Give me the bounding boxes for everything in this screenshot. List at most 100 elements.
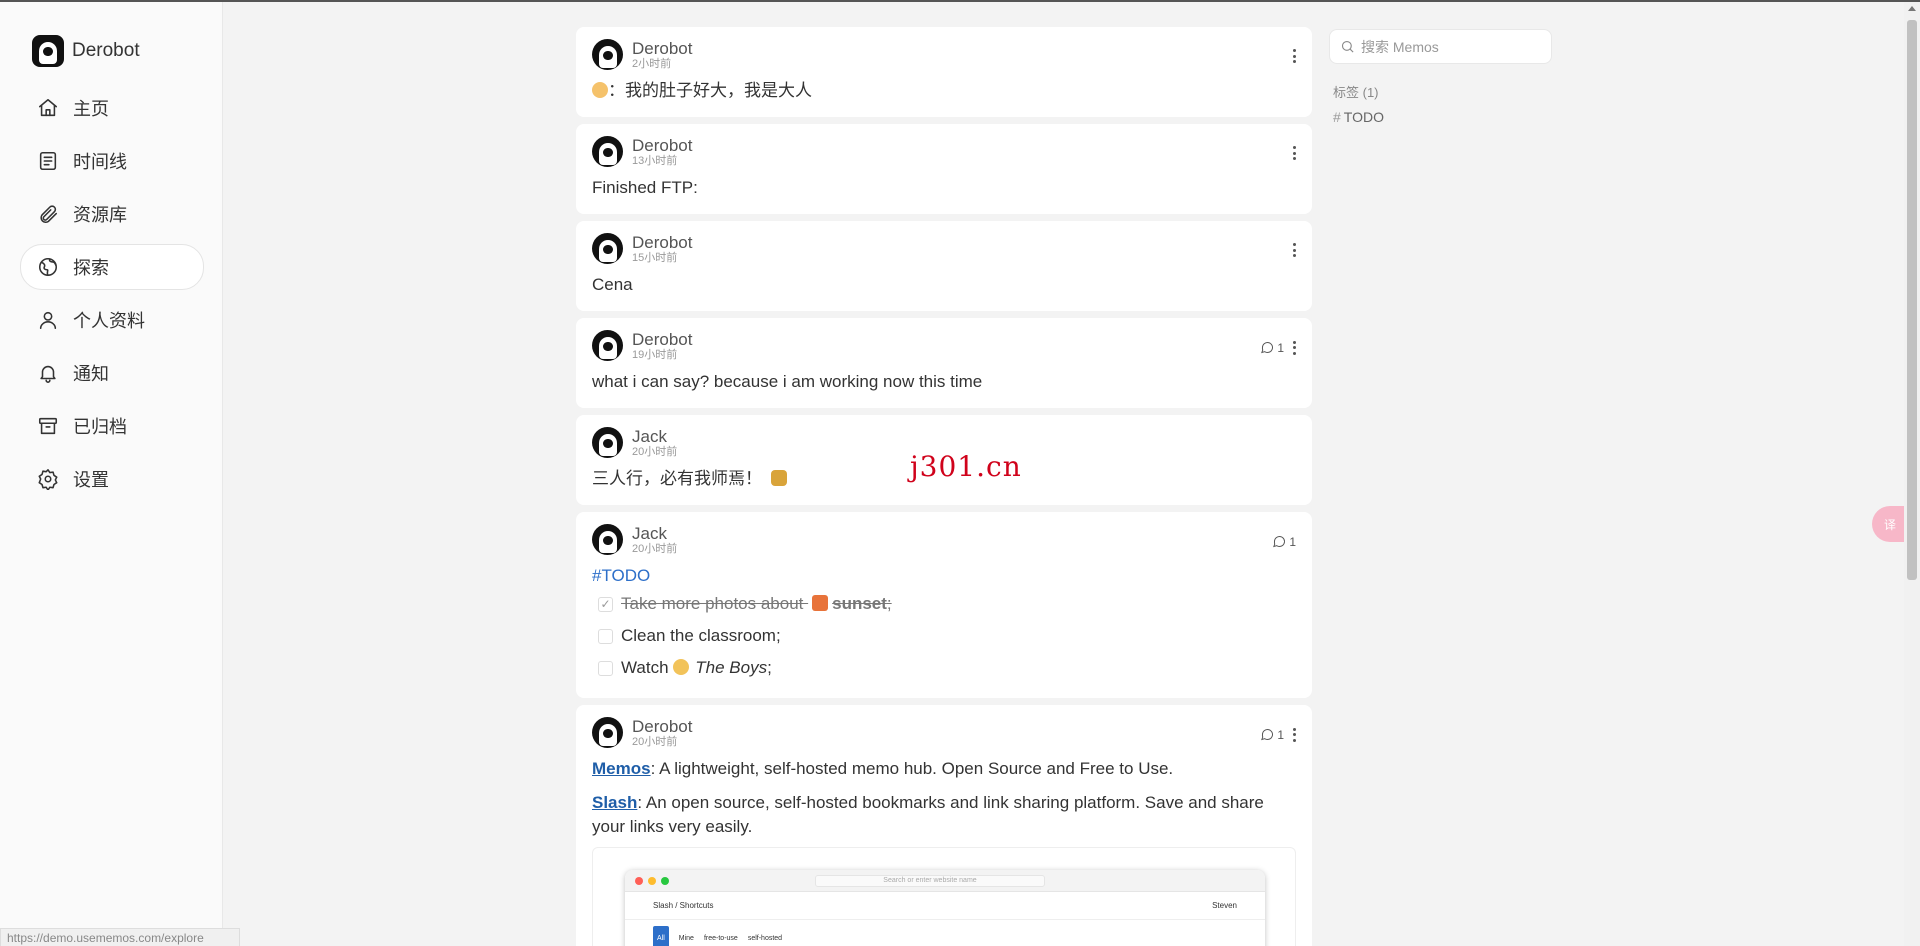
more-icon[interactable] — [1292, 727, 1296, 742]
memo-text: Finished FTP: — [592, 178, 698, 197]
hash-icon: # — [1333, 109, 1341, 125]
todo-text: Watch The Boys; — [621, 658, 772, 677]
scroll-up-icon[interactable] — [1908, 6, 1916, 11]
comment-count[interactable]: 1 — [1260, 727, 1284, 742]
memo-tag[interactable]: #TODO — [592, 564, 1296, 588]
memo-time: 20小时前 — [632, 446, 678, 458]
memo-content: ：我的肚子好大，我是大人 — [592, 79, 1296, 103]
watermark: j301.cn — [910, 450, 1022, 483]
todo-checkbox[interactable] — [598, 628, 613, 644]
translate-icon[interactable]: 译 — [1872, 506, 1908, 542]
todo-checkbox[interactable] — [598, 660, 613, 676]
author-avatar[interactable] — [592, 717, 623, 748]
author-avatar[interactable] — [592, 524, 623, 555]
todo-text: Clean the classroom; — [621, 626, 781, 645]
author-name[interactable]: Derobot — [632, 331, 692, 348]
memo-time: 15小时前 — [632, 252, 678, 264]
preview-url: Search or enter website name — [815, 875, 1045, 887]
memo-card: Derobot 19小时前 1 what i can say? because … — [576, 318, 1312, 408]
comment-icon — [1273, 536, 1286, 548]
author-avatar[interactable] — [592, 233, 623, 264]
sidebar-item-archived[interactable]: 已归档 — [20, 403, 204, 449]
status-bar-url: https://demo.usememos.com/explore — [0, 928, 240, 946]
scrollbar-thumb[interactable] — [1907, 20, 1917, 580]
todo-item: ✓ Take more photos about sunset; — [592, 588, 1296, 620]
search-box[interactable] — [1329, 29, 1552, 64]
preview-app-title: Slash / Shortcuts — [653, 900, 714, 910]
todo-text: Take more photos about sunset; — [621, 594, 892, 613]
memo-time: 2小时前 — [632, 58, 672, 70]
author-avatar[interactable] — [592, 39, 623, 70]
search-icon — [1341, 40, 1354, 53]
memo-time: 19小时前 — [632, 349, 678, 361]
sidebar-item-notifications[interactable]: 通知 — [20, 350, 204, 396]
sidebar-item-label: 时间线 — [73, 152, 127, 172]
sidebar-item-label: 探索 — [73, 258, 109, 278]
memo-card: Derobot 2小时前 ：我的肚子好大，我是大人 — [576, 27, 1312, 117]
sidebar-item-label: 设置 — [73, 470, 109, 490]
preview-filter: All — [653, 926, 669, 946]
todo-item: Clean the classroom; — [592, 620, 1296, 652]
author-name[interactable]: Derobot — [632, 718, 692, 735]
image-preview[interactable]: Search or enter website name Slash / Sho… — [592, 847, 1296, 946]
globe-icon — [37, 256, 59, 278]
more-icon[interactable] — [1292, 243, 1296, 257]
search-input[interactable] — [1361, 38, 1541, 55]
tag-item[interactable]: # TODO — [1333, 109, 1384, 125]
sidebar-item-label: 已归档 — [73, 417, 127, 437]
memo-content: Memos: A lightweight, self-hosted memo h… — [592, 757, 1296, 946]
author-name[interactable]: Derobot — [632, 234, 692, 251]
memo-card: Derobot 15小时前 Cena — [576, 221, 1312, 311]
sidebar-item-label: 个人资料 — [73, 311, 145, 331]
memo-content: #TODO ✓ Take more photos about sunset; C… — [592, 564, 1296, 684]
sunset-emoji-icon — [812, 595, 829, 611]
memo-text: 三人行，必有我师焉！ — [592, 469, 762, 488]
author-name[interactable]: Jack — [632, 525, 677, 542]
sidebar-item-timeline[interactable]: 时间线 — [20, 138, 204, 184]
author-avatar[interactable] — [592, 136, 623, 167]
author-avatar[interactable] — [592, 330, 623, 361]
memo-feed: Derobot 2小时前 ：我的肚子好大，我是大人 Derobot 13小时前 … — [576, 27, 1312, 946]
sidebar-item-resources[interactable]: 资源库 — [20, 191, 204, 237]
timeline-icon — [37, 150, 59, 172]
slash-link[interactable]: Slash — [592, 793, 637, 812]
tiger-emoji-icon — [770, 470, 787, 486]
paperclip-icon — [37, 203, 59, 225]
sidebar-item-settings[interactable]: 设置 — [20, 456, 204, 502]
brand-avatar — [32, 35, 64, 67]
browser-screenshot: Search or enter website name Slash / Sho… — [625, 870, 1265, 946]
user-icon — [37, 309, 59, 331]
comment-count[interactable]: 1 — [1272, 534, 1296, 549]
baby-emoji-icon — [592, 82, 608, 98]
bell-icon — [37, 362, 59, 384]
tags-title: 标签 (1) — [1333, 85, 1379, 100]
more-icon[interactable] — [1292, 146, 1296, 160]
todo-item: Watch The Boys; — [592, 652, 1296, 684]
sidebar-nav: 主页 时间线 资源库 探索 个人资料 通知 已归档 设置 — [20, 85, 204, 509]
brand[interactable]: Derobot — [32, 35, 140, 67]
memo-card: Derobot 13小时前 Finished FTP: — [576, 124, 1312, 214]
todo-checkbox[interactable]: ✓ — [598, 596, 613, 612]
memo-time: 13小时前 — [632, 155, 678, 167]
archive-icon — [37, 415, 59, 437]
sidebar-item-profile[interactable]: 个人资料 — [20, 297, 204, 343]
gear-icon — [37, 468, 59, 490]
brand-name: Derobot — [72, 40, 140, 61]
author-avatar[interactable] — [592, 427, 623, 458]
sidebar-item-label: 通知 — [73, 364, 109, 384]
author-name[interactable]: Jack — [632, 428, 677, 445]
author-name[interactable]: Derobot — [632, 137, 692, 154]
scrollbar[interactable] — [1904, 2, 1920, 946]
memo-text: Cena — [592, 275, 633, 294]
more-icon[interactable] — [1292, 49, 1296, 63]
preview-filter: free-to-use — [703, 935, 738, 942]
more-icon[interactable] — [1292, 340, 1296, 355]
sidebar-item-explore[interactable]: 探索 — [20, 244, 204, 290]
memos-link[interactable]: Memos — [592, 759, 651, 778]
comment-count[interactable]: 1 — [1260, 340, 1284, 355]
memo-text: ：我的肚子好大，我是大人 — [608, 81, 812, 100]
author-name[interactable]: Derobot — [632, 40, 692, 57]
sidebar-item-home[interactable]: 主页 — [20, 85, 204, 131]
memo-card: Jack 20小时前 1 #TODO ✓ Take more photos ab… — [576, 512, 1312, 698]
memo-time: 20小时前 — [632, 736, 678, 748]
